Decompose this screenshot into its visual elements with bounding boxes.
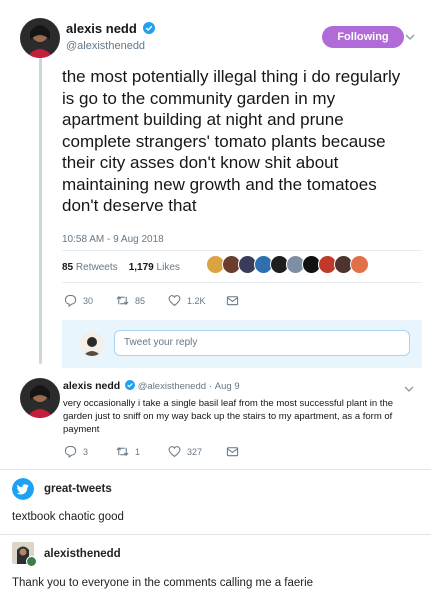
like-button[interactable]: 1.2K [168,294,226,307]
author-handle[interactable]: @alexisthenedd [66,40,155,52]
likes-stat[interactable]: 1,179 Likes [129,262,180,273]
reply-separator: · [208,381,212,392]
retweets-count: 85 [62,262,74,273]
like-button[interactable]: 327 [168,445,226,458]
likes-label: Likes [156,262,180,273]
thread-line [39,58,42,364]
current-user-avatar [80,332,104,356]
reply-author-handle[interactable]: @alexisthenedd [138,381,206,392]
like-count: 1.2K [187,295,206,306]
reply-author-name[interactable]: alexis nedd [63,380,120,392]
verified-badge-icon [143,22,156,34]
retweets-stat[interactable]: 85 Retweets [62,262,118,273]
reply-header: alexis nedd @alexisthenedd · Aug 9 [63,380,240,392]
twitter-bird-icon[interactable] [12,478,34,500]
envelope-icon [226,447,239,457]
reply-tweet-actions: 3 1 327 [64,445,245,458]
post-author[interactable]: great-tweets [44,483,112,495]
reply-date[interactable]: Aug 9 [215,381,240,392]
divider [62,282,422,283]
heart-icon [168,446,181,458]
retweet-icon [116,446,129,457]
heart-icon [168,295,181,307]
retweet-button[interactable]: 1 [116,445,168,458]
post-separator [0,534,431,535]
following-button[interactable]: Following [322,26,404,48]
author-name[interactable]: alexis nedd [66,21,137,36]
reply-count: 3 [83,446,89,457]
reply-input[interactable]: Tweet your reply [114,330,410,356]
retweet-count: 1 [135,446,141,457]
likers-avatars [206,255,369,277]
direct-message-button[interactable] [226,445,245,458]
reply-button[interactable]: 30 [64,294,116,307]
divider [62,250,422,251]
liker-avatar[interactable] [350,255,369,274]
tweet-timestamp[interactable]: 10:58 AM - 9 Aug 2018 [62,234,164,245]
reply-icon [64,445,77,458]
author-avatar[interactable] [20,18,60,58]
likes-count: 1,179 [128,262,154,273]
chevron-down-icon[interactable] [404,384,414,394]
like-count: 327 [187,446,203,457]
reply-author-avatar[interactable] [20,378,60,418]
reply-count: 30 [83,295,94,306]
envelope-icon [226,296,239,306]
embedded-tweet: alexis nedd @alexisthenedd Following the… [8,0,422,466]
author-info: alexis nedd @alexisthenedd [66,20,156,52]
tweet-text: the most potentially illegal thing i do … [62,67,401,215]
post-author[interactable]: alexisthenedd [44,548,121,560]
retweet-icon [116,295,129,306]
reply-button[interactable]: 3 [64,445,116,458]
chevron-down-icon[interactable] [405,32,415,42]
retweet-count: 85 [135,295,146,306]
engagement-stats: 85 Retweets 1,179 Likes [62,262,180,273]
retweets-label: Retweets [75,262,118,273]
tweet-actions: 30 85 1.2K [64,294,245,307]
direct-message-button[interactable] [226,294,245,307]
verified-badge-icon [124,380,135,390]
reply-composer: Tweet your reply [62,320,422,368]
post-body: textbook chaotic good [12,511,124,523]
post-separator [0,469,431,470]
reblog-badge-icon [26,556,37,567]
retweet-button[interactable]: 85 [116,294,168,307]
post-body: Thank you to everyone in the comments ca… [12,577,314,589]
reply-tweet-text: very occasionally i take a single basil … [63,398,394,435]
reply-icon [64,294,77,307]
